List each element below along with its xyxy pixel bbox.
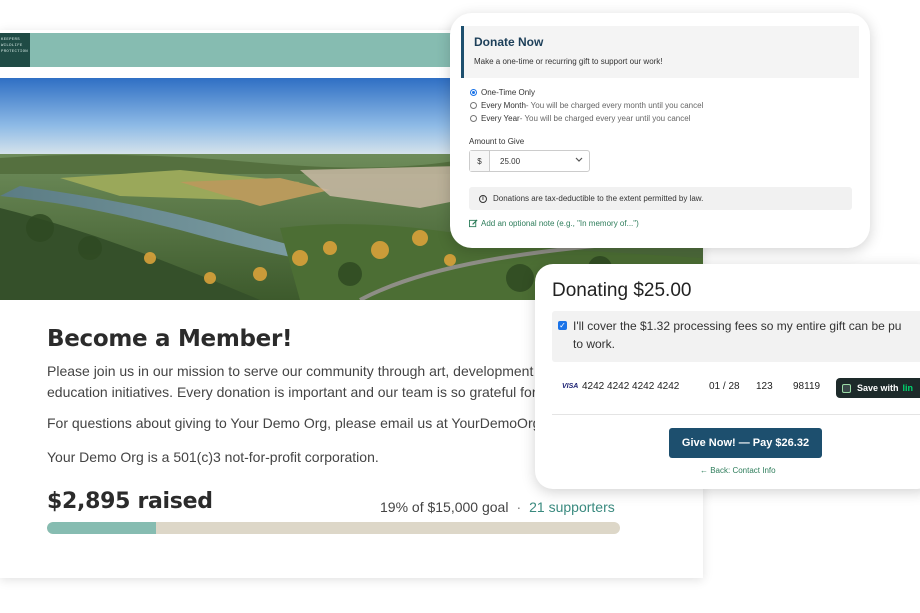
radio-icon[interactable] <box>470 115 477 122</box>
back-contact-info-link[interactable]: ← Back: Contact Info <box>700 466 776 475</box>
frequency-option-yearly[interactable]: Every Year - You will be charged every y… <box>470 114 690 123</box>
separator: · <box>516 499 522 515</box>
radio-icon[interactable] <box>470 102 477 109</box>
payment-card: Donating $25.00 ✓ I'll cover the $1.32 p… <box>535 264 920 489</box>
donate-title: Donate Now <box>474 35 544 49</box>
visa-icon: VISA <box>562 383 579 390</box>
save-with-label: Save with <box>857 383 899 393</box>
edit-icon <box>469 219 478 228</box>
frequency-option-monthly[interactable]: Every Month - You will be charged every … <box>470 101 703 110</box>
amount-value: 25.00 <box>500 156 521 166</box>
info-icon: i <box>479 194 487 203</box>
cover-fees-text: I'll cover the $1.32 processing fees so … <box>573 319 902 333</box>
card-cvc-field[interactable]: 123 <box>756 381 773 392</box>
add-note-text: Add an optional note (e.g., "In memory o… <box>481 219 639 228</box>
amount-select[interactable]: $ 25.00 <box>469 150 590 172</box>
supporters-count: 21 supporters <box>529 499 615 515</box>
option-label: Every Year <box>481 114 520 123</box>
card-expiry-field[interactable]: 01 / 28 <box>709 381 740 392</box>
org-logo-line: PROTECTION <box>1 50 29 54</box>
card-zip-field[interactable]: 98119 <box>793 381 820 392</box>
goal-progress-fill <box>47 522 156 534</box>
goal-text: 19% of $15,000 goal <box>380 499 509 515</box>
option-note: - You will be charged every year until y… <box>519 114 691 123</box>
chevron-down-icon <box>575 157 589 165</box>
nonprofit-status-text: Your Demo Org is a 501(c)3 not-for-profi… <box>47 449 379 465</box>
option-label: One-Time Only <box>481 88 535 97</box>
checkbox-icon[interactable] <box>842 383 851 393</box>
currency-symbol: $ <box>470 151 490 171</box>
goal-summary: 19% of $15,000 goal · 21 supporters <box>380 499 615 515</box>
card-number-field[interactable]: 4242 4242 4242 4242 <box>582 381 679 392</box>
cover-fees-text: to work. <box>573 337 616 351</box>
goal-progress-bar <box>47 522 620 534</box>
divider <box>552 414 920 415</box>
amount-label: Amount to Give <box>469 137 525 146</box>
link-brand-text: lin <box>902 383 914 393</box>
tax-deductible-notice: i Donations are tax-deductible to the ex… <box>469 187 852 210</box>
checkbox-checked-icon[interactable]: ✓ <box>558 321 567 330</box>
frequency-option-one-time[interactable]: One-Time Only <box>470 88 535 97</box>
save-with-link-button[interactable]: Save with lin <box>836 378 920 398</box>
contact-email-text: For questions about giving to Your Demo … <box>47 415 563 431</box>
option-note: - You will be charged every month until … <box>525 101 704 110</box>
donate-header: Donate Now Make a one-time or recurring … <box>461 26 859 78</box>
donating-amount-title: Donating $25.00 <box>552 280 692 301</box>
donate-subtitle: Make a one-time or recurring gift to sup… <box>474 57 663 66</box>
option-label: Every Month <box>481 101 526 110</box>
tax-note-text: Donations are tax-deductible to the exte… <box>493 194 704 203</box>
org-logo[interactable]: KEEPERS WILDLIFE PROTECTION <box>0 33 30 67</box>
give-now-button[interactable]: Give Now! — Pay $26.32 <box>669 428 822 458</box>
add-note-link[interactable]: Add an optional note (e.g., "In memory o… <box>469 219 639 228</box>
member-text-line: Please join us in our mission to serve o… <box>47 363 558 379</box>
amount-raised: $2,895 raised <box>47 489 213 514</box>
radio-selected-icon[interactable] <box>470 89 477 96</box>
cover-fees-option[interactable]: ✓ I'll cover the $1.32 processing fees s… <box>552 311 920 362</box>
donate-form-card: Donate Now Make a one-time or recurring … <box>450 13 870 248</box>
member-heading: Become a Member! <box>47 326 293 352</box>
member-text-line: education initiatives. Every donation is… <box>47 384 556 400</box>
